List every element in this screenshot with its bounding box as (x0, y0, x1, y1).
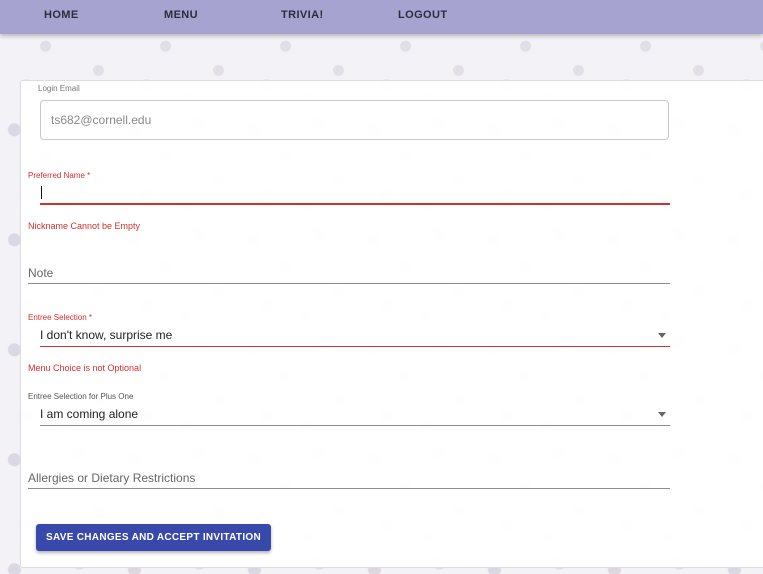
entree-selected-value: I don't know, surprise me (40, 328, 173, 342)
rsvp-form-card (20, 80, 763, 568)
nav-menu-link[interactable]: MENU (164, 9, 198, 21)
entree-selection-error: Menu Choice is not Optional (28, 363, 142, 373)
top-navbar: HOME MENU TRIVIA! LOGOUT (0, 0, 763, 34)
nav-trivia-link[interactable]: TRIVIA! (281, 9, 324, 21)
entree-select[interactable]: I don't know, surprise me (40, 326, 670, 347)
text-caret (41, 186, 42, 199)
entree-selection-label: Entree Selection * (28, 313, 93, 322)
preferred-name-input[interactable] (40, 184, 670, 205)
allergies-input[interactable] (28, 467, 670, 489)
login-email-field (40, 100, 669, 140)
save-and-accept-button[interactable]: SAVE CHANGES AND ACCEPT INVITATION (36, 524, 271, 551)
preferred-name-label: Preferred Name * (28, 171, 91, 180)
note-input[interactable] (28, 262, 670, 284)
plus-one-entree-label: Entree Selection for Plus One (28, 392, 134, 401)
preferred-name-error: Nickname Cannot be Empty (28, 221, 141, 231)
login-email-label: Login Email (38, 84, 80, 93)
dropdown-arrow-icon (658, 333, 666, 338)
nav-logout-link[interactable]: LOGOUT (398, 9, 447, 21)
nav-home-link[interactable]: HOME (44, 9, 79, 21)
plus-one-selected-value: I am coming alone (40, 407, 139, 421)
dropdown-arrow-icon (658, 412, 666, 417)
plus-one-entree-select[interactable]: I am coming alone (40, 405, 670, 426)
